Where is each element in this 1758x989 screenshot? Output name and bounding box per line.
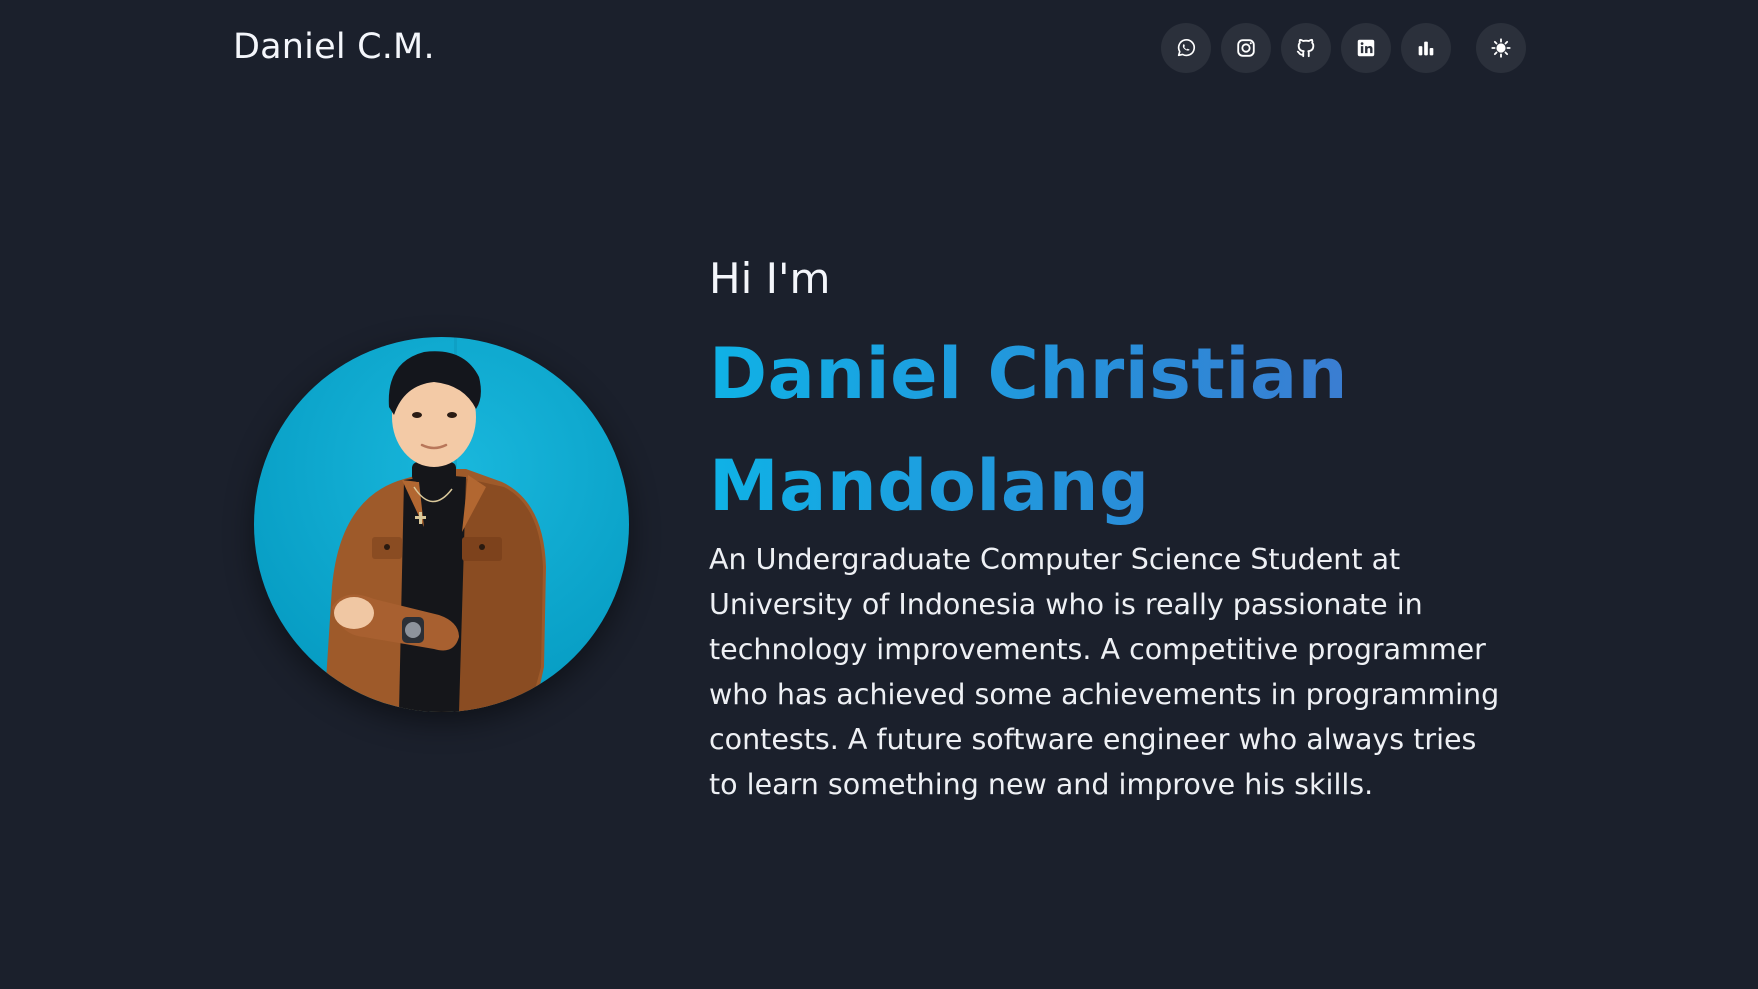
whatsapp-button[interactable] bbox=[1161, 23, 1211, 73]
portfolio-page: Daniel C.M. Hi I'm Daniel Christian Mand… bbox=[0, 0, 1758, 989]
bar-chart-icon bbox=[1415, 37, 1437, 59]
sun-icon bbox=[1490, 37, 1512, 59]
github-icon bbox=[1295, 37, 1317, 59]
github-button[interactable] bbox=[1281, 23, 1331, 73]
greeting-text: Hi I'm bbox=[709, 254, 831, 303]
site-brand[interactable]: Daniel C.M. bbox=[233, 24, 435, 70]
profile-photo bbox=[254, 337, 629, 712]
theme-toggle-button[interactable] bbox=[1476, 23, 1526, 73]
whatsapp-icon bbox=[1175, 37, 1197, 59]
linkedin-button[interactable] bbox=[1341, 23, 1391, 73]
hero-name: Daniel Christian Mandolang bbox=[709, 318, 1529, 542]
stats-button[interactable] bbox=[1401, 23, 1451, 73]
profile-photo-illustration bbox=[254, 337, 629, 712]
instagram-icon bbox=[1235, 37, 1257, 59]
instagram-button[interactable] bbox=[1221, 23, 1271, 73]
linkedin-icon bbox=[1355, 37, 1377, 59]
hero-bio: An Undergraduate Computer Science Studen… bbox=[709, 543, 1500, 801]
